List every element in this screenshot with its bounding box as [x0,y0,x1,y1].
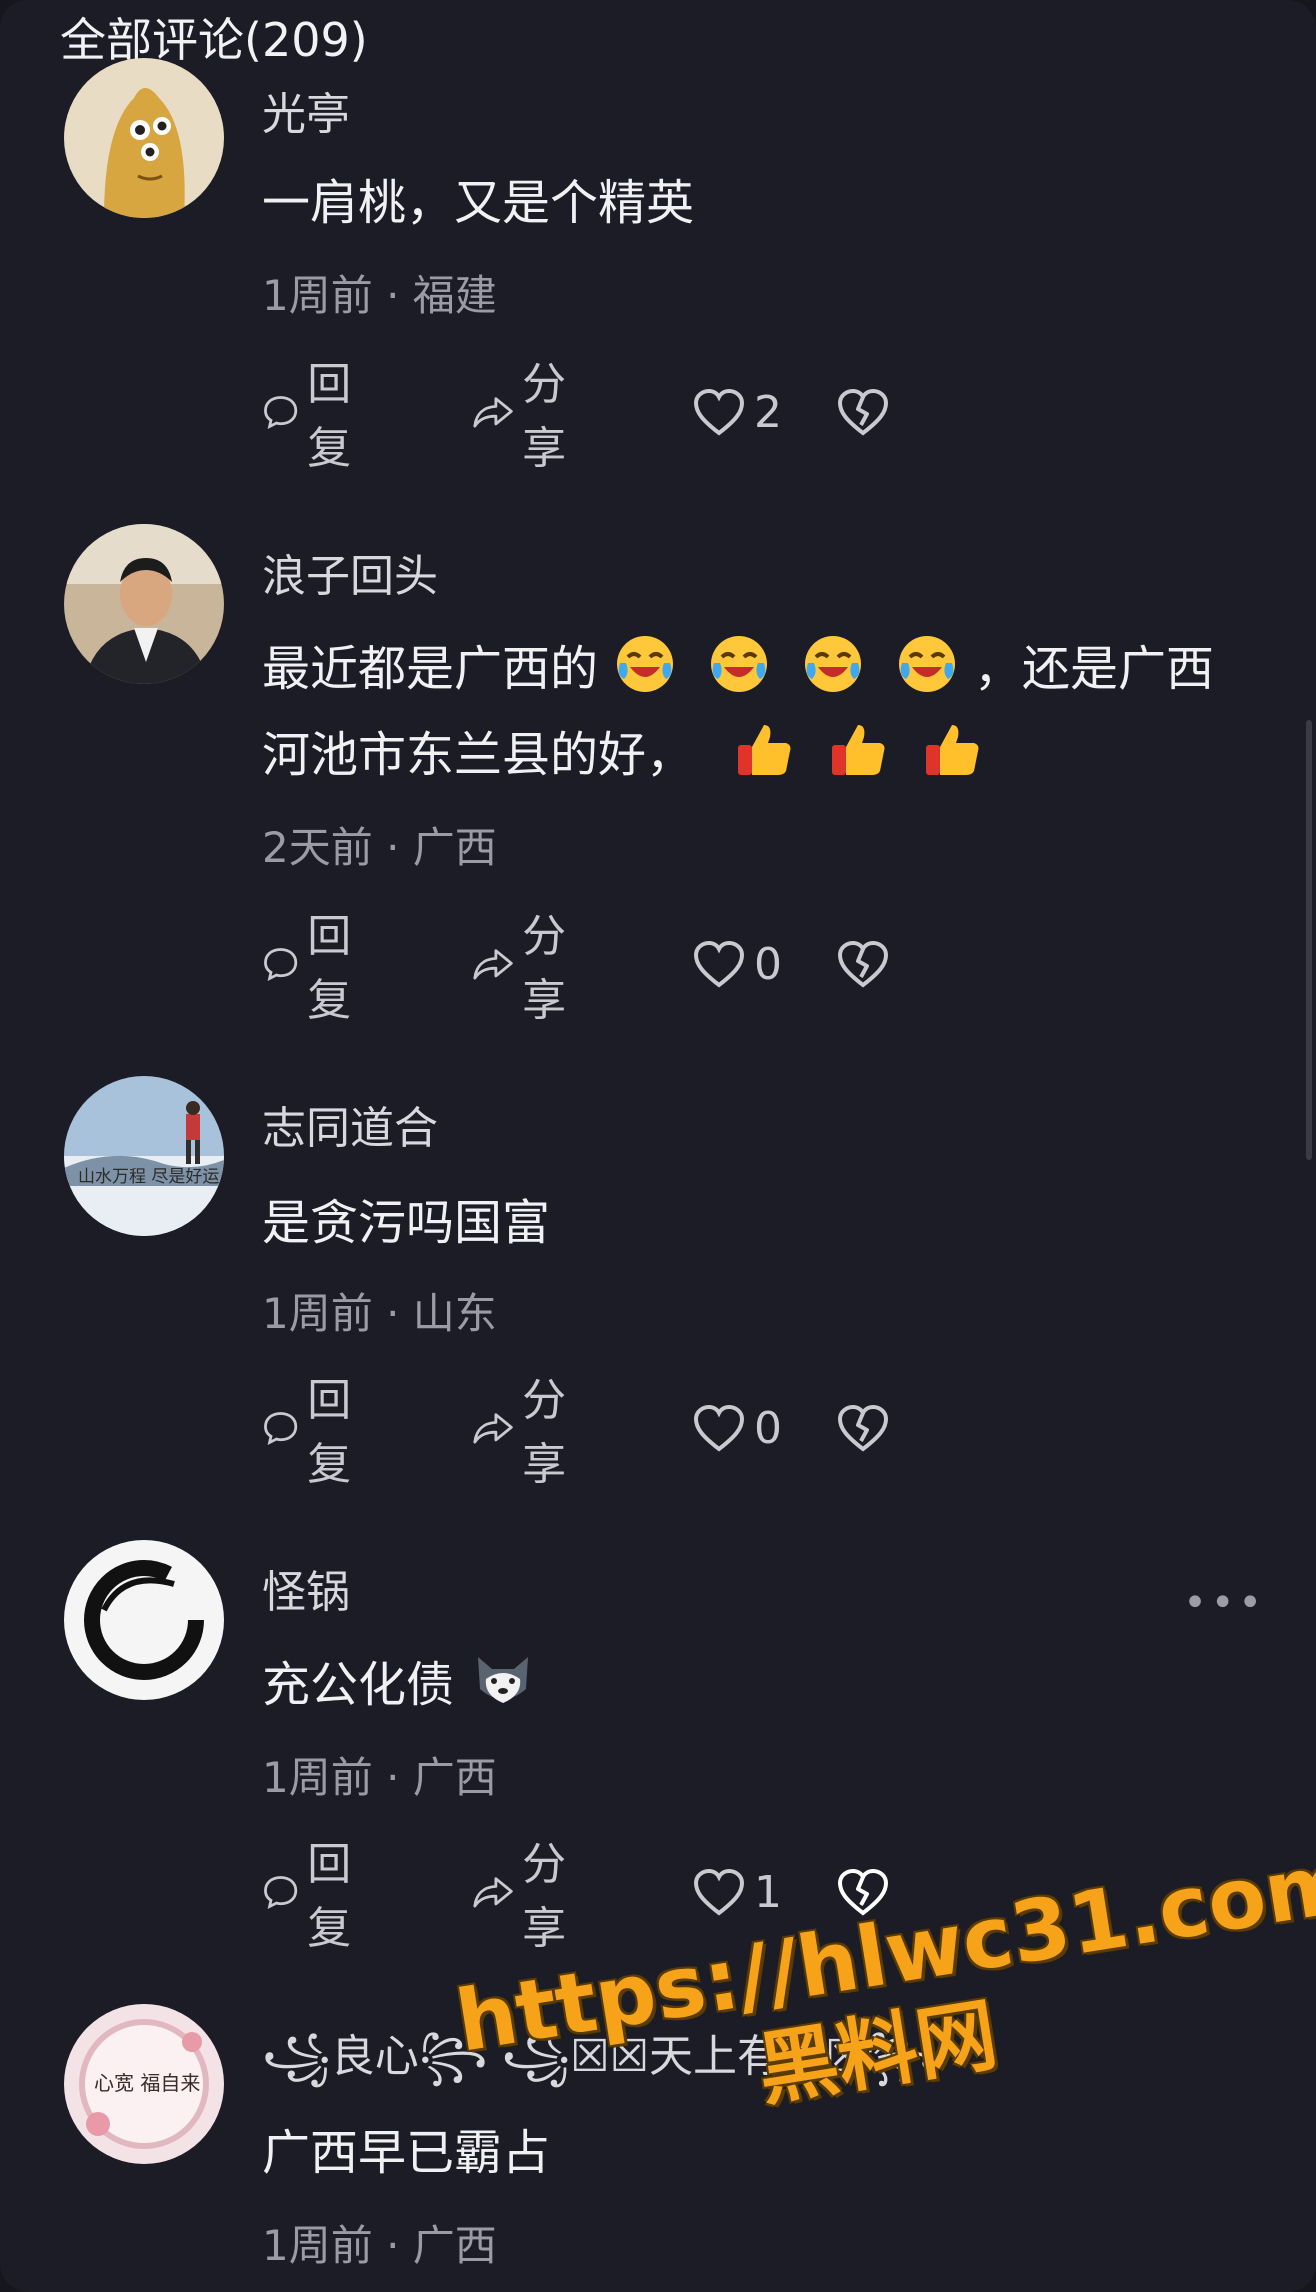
share-button[interactable]: 分享 [472,1839,584,1954]
reply-button[interactable]: 回复 [262,1375,368,1490]
more-options-icon[interactable]: ••• [1183,1580,1266,1626]
heart-icon [693,388,745,436]
broken-heart-icon [837,940,889,988]
reply-label: 回复 [307,359,352,474]
comment-text-part: 充公化债 [262,1657,455,1713]
like-count: 1 [754,1866,782,1918]
comments-header-title: 全部评论(209) [60,13,368,67]
dislike-button[interactable] [836,934,890,994]
like-button[interactable]: 0 [692,1398,782,1458]
avatar[interactable] [64,1540,224,1700]
comment-username[interactable]: 怪锅 [262,1556,350,1620]
comment-meta: 1周前 · 山东 [262,1289,497,1338]
crying-laughing-emoji [711,636,768,692]
broken-heart-icon [837,388,889,436]
scrollbar[interactable] [1306,720,1312,1160]
broken-heart-icon [837,1404,889,1452]
share-label: 分享 [522,1375,567,1490]
comment-username[interactable]: 光亭 [262,78,350,142]
share-label: 分享 [522,911,567,1026]
share-button[interactable]: 分享 [472,911,584,1026]
comment-meta: 2天前 · 广西 [262,823,497,872]
avatar-caption: 山水万程 尽是好运 [78,1167,219,1187]
comment-text-part: ，还是广西 [974,641,1215,697]
reply-button[interactable]: 回复 [262,911,368,1026]
thumbs-up-emoji [738,725,791,775]
comment-meta: 1周前 · 广西 [262,2221,497,2270]
dislike-button[interactable] [836,382,890,442]
share-arrow-icon [473,949,513,980]
reply-label: 回复 [307,1839,352,1954]
thumbs-up-emoji [926,725,979,775]
comment-text-part: 最近都是广西的 [262,641,599,697]
heart-icon [693,1868,745,1916]
heart-icon [693,940,745,988]
comment-bubble-icon [264,1412,298,1446]
comment-username[interactable]: 志同道合 [262,1092,438,1156]
share-arrow-icon [473,1877,513,1908]
avatar[interactable] [64,524,224,684]
comment-meta: 1周前 · 福建 [262,271,497,320]
comment-text: 充公化债 [262,1642,1272,1728]
comment-text-line-1: 最近都是广西的 ，还是广西 [262,626,1272,712]
crying-laughing-emoji [899,636,956,692]
dislike-button[interactable] [836,1398,890,1458]
husky-dog-emoji [478,1657,529,1703]
comment-text-part: 河池市东兰县的好， [262,727,695,783]
share-button[interactable]: 分享 [472,1375,584,1490]
reply-button[interactable]: 回复 [262,359,368,474]
like-button[interactable]: 2 [692,382,782,442]
comment-text: 一肩桃，又是个精英 [262,175,695,231]
avatar-caption: 心宽 福自来 [94,2071,200,2095]
comment-bubble-icon [264,396,298,430]
comment-text: 广西早已霸占 [262,2125,551,2181]
like-button[interactable]: 1 [692,1862,782,1922]
heart-icon [693,1404,745,1452]
like-count: 0 [754,938,782,990]
reply-label: 回复 [307,911,352,1026]
avatar[interactable] [64,58,224,218]
comment-text: 最近都是广西的 ，还是广西 河池市东兰县的好， [262,626,1272,798]
share-label: 分享 [522,359,567,474]
like-count: 0 [754,1402,782,1454]
thumbs-up-emoji [832,725,885,775]
avatar[interactable]: 山水万程 尽是好运 [64,1076,224,1236]
share-button[interactable]: 分享 [472,359,584,474]
like-count: 2 [754,386,782,438]
share-label: 分享 [522,1839,567,1954]
comment-bubble-icon [264,948,298,982]
share-arrow-icon [473,1413,513,1444]
reply-label: 回复 [307,1375,352,1490]
comment-text: 是贪污吗国富 [262,1195,551,1251]
avatar[interactable]: 心宽 福自来 [64,2004,224,2164]
share-arrow-icon [473,397,513,428]
comment-meta: 1周前 · 广西 [262,1753,497,1802]
reply-button[interactable]: 回复 [262,1839,368,1954]
like-button[interactable]: 0 [692,934,782,994]
comments-panel: 全部评论(209) 光亭 一肩桃，又是个精英 1周前 · 福建 回复 分享 2 … [0,0,1316,2292]
comment-username[interactable]: 浪子回头 [262,540,438,604]
crying-laughing-emoji [617,636,674,692]
comment-text-line-2: 河池市东兰县的好， [262,712,1272,798]
comment-bubble-icon [264,1876,298,1910]
crying-laughing-emoji [805,636,862,692]
